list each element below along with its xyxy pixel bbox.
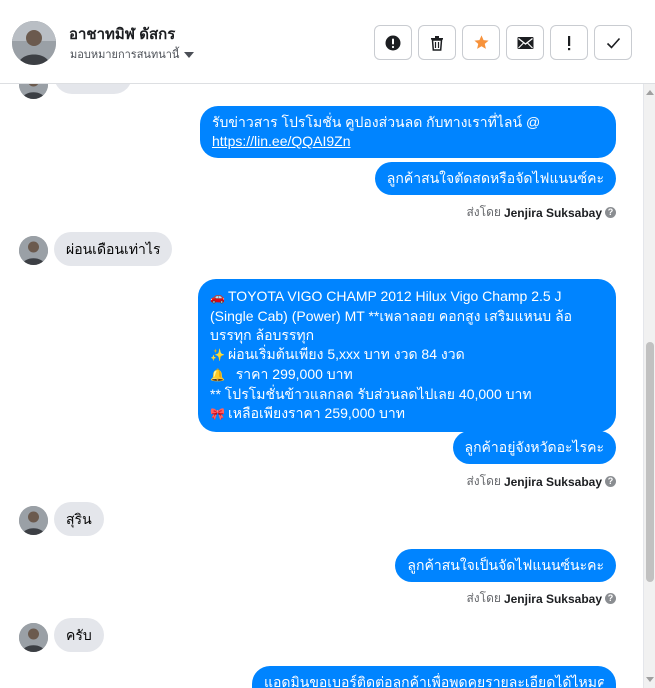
sender-avatar <box>19 623 48 652</box>
car-icon: 🚗 <box>210 290 225 304</box>
contact-avatar[interactable] <box>12 21 56 65</box>
sent-by-label: ส่งโดย Jenjira Suksabay ? <box>466 589 616 608</box>
sparkles-icon: ✨ <box>210 348 225 362</box>
delete-button[interactable] <box>418 25 456 60</box>
caret-down-icon <box>184 51 195 58</box>
agent-name: Jenjira Suksabay <box>503 205 602 220</box>
outgoing-message-bubble: รับข่าวสาร โปรโมชั่น คูปองส่วนลด กับทางเ… <box>200 106 616 158</box>
mark-done-button[interactable] <box>594 25 632 60</box>
star-icon <box>473 35 489 49</box>
outgoing-message-bubble: ลูกค้าสนใจตัดสดหรือจัดไฟแนนซ์คะ <box>374 162 616 195</box>
assign-label: มอบหมายการสนทนานี้ <box>70 49 180 61</box>
sender-avatar <box>19 84 48 99</box>
header-actions <box>374 25 632 60</box>
outgoing-message-bubble: ลูกค้าอยู่จังหวัดอะไรคะ <box>452 431 616 464</box>
check-icon <box>606 37 620 49</box>
message-text: รับข่าวสาร โปรโมชั่น คูปองส่วนลด กับทางเ… <box>212 114 541 130</box>
message-thread[interactable]: รับข่าวสาร โปรโมชั่น คูปองส่วนลด กับทางเ… <box>0 84 643 688</box>
incoming-message-bubble: สุริน <box>54 502 104 536</box>
scroll-up-arrow-icon[interactable] <box>646 90 654 95</box>
trash-icon <box>431 35 443 51</box>
help-icon[interactable]: ? <box>605 593 616 604</box>
ribbon-icon: 🎀 <box>210 407 225 421</box>
incoming-message-bubble: ครับ <box>54 618 104 652</box>
incoming-message-bubble <box>54 84 132 94</box>
incoming-message-bubble: ผ่อนเดือนเท่าไร <box>54 232 173 266</box>
report-spam-button[interactable] <box>374 25 412 60</box>
message-text: (Single Cab) (Power) MT **เพลาลอย คอกสูง… <box>210 308 573 324</box>
message-text: ราคา 299,000 บาท <box>235 366 353 382</box>
message-text: TOYOTA VIGO CHAMP 2012 Hilux Vigo Champ … <box>228 288 562 304</box>
agent-name: Jenjira Suksabay <box>503 474 602 489</box>
envelope-icon <box>517 36 533 49</box>
follow-up-button[interactable] <box>550 25 588 60</box>
assign-conversation-dropdown[interactable]: มอบหมายการสนทนานี้ <box>70 45 195 63</box>
agent-name: Jenjira Suksabay <box>503 591 602 606</box>
sender-avatar <box>19 506 48 535</box>
alert-circle-icon <box>385 35 401 50</box>
message-text: เหลือเพียงราคา 259,000 บาท <box>228 405 406 421</box>
message-text: สุริน <box>66 511 92 527</box>
scrollbar[interactable] <box>643 84 655 688</box>
outgoing-message-bubble: แอดมินขอเบอร์ติดต่อลูกค้าเพื่อพูดคุยรายล… <box>252 666 616 688</box>
message-text: ผ่อนเดือนเท่าไร <box>66 241 161 257</box>
star-button[interactable] <box>462 25 500 60</box>
scroll-down-arrow-icon[interactable] <box>646 677 654 682</box>
sender-avatar <box>19 236 48 265</box>
sent-by-label: ส่งโดย Jenjira Suksabay ? <box>466 203 616 222</box>
message-text: ลูกค้าสนใจเป็นจัดไฟแนนซ์นะคะ <box>407 557 604 573</box>
message-text: ผ่อนเริ่มต้นเพียง 5,xxx บาท งวด 84 งวด <box>228 346 465 362</box>
help-icon[interactable]: ? <box>605 476 616 487</box>
message-text: ** โปรโมชั่นข้าวแลกลด รับส่วนลดไปเลย 40,… <box>210 386 532 402</box>
conversation-header: อาชาทมิฬ ดัสกร มอบหมายการสนทนานี้ <box>0 0 655 84</box>
message-text: ครับ <box>66 627 92 643</box>
message-text: บรรทุก ล้อบรรทุก <box>210 327 315 343</box>
message-text: แอดมินขอเบอร์ติดต่อลูกค้าเพื่อพูดคุยรายล… <box>264 674 604 688</box>
outgoing-message-bubble: ลูกค้าสนใจเป็นจัดไฟแนนซ์นะคะ <box>395 549 616 582</box>
bell-icon: 🔔 <box>210 368 225 382</box>
exclamation-icon <box>568 35 571 50</box>
message-text: ลูกค้าสนใจตัดสดหรือจัดไฟแนนซ์คะ <box>386 170 604 186</box>
sent-by-label: ส่งโดย Jenjira Suksabay ? <box>466 472 616 491</box>
message-text: ลูกค้าอยู่จังหวัดอะไรคะ <box>464 439 605 455</box>
contact-name[interactable]: อาชาทมิฬ ดัสกร <box>69 22 175 46</box>
help-icon[interactable]: ? <box>605 207 616 218</box>
mark-unread-button[interactable] <box>506 25 544 60</box>
line-link[interactable]: https://lin.ee/QQAI9Zn <box>212 132 604 151</box>
scrollbar-thumb[interactable] <box>646 342 654 582</box>
outgoing-message-bubble: 🚗 TOYOTA VIGO CHAMP 2012 Hilux Vigo Champ… <box>198 279 616 432</box>
